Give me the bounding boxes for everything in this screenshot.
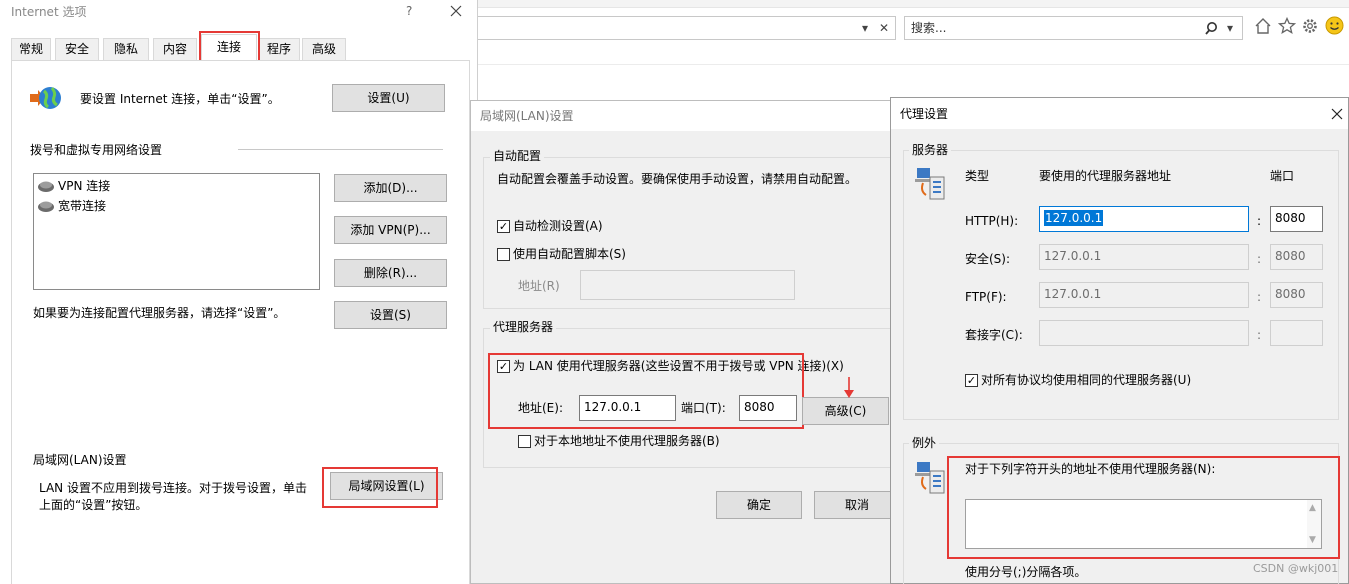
proxy-dialog-title: 代理设置 [900,107,949,121]
socks-address-input [1039,320,1249,346]
help-icon[interactable]: ? [406,3,412,19]
add-vpn-button[interactable]: 添加 VPN(P)... [334,216,447,244]
tab-privacy[interactable]: 隐私 [103,38,149,60]
network-icon [37,179,55,193]
separator-note: 使用分号(;)分隔各项。 [965,565,1087,579]
lan-dialog-title: 局域网(LAN)设置 [480,109,574,123]
same-proxy-checkbox[interactable]: ✓ [965,374,978,387]
socks-colon: : [1257,328,1262,342]
lan-text-line-2: 上面的“设置”按钮。 [39,498,148,512]
proxy-settings-dialog: 代理设置 服务器 类型 要使用的代理服务器地址 端口 HTTP(H): 127.… [890,97,1349,584]
tab-advanced[interactable]: 高级 [302,38,346,60]
network-icon [37,199,55,213]
secure-label: 安全(S): [965,252,1011,266]
search-input[interactable]: 搜索... [911,20,946,36]
proxy-dialog-titlebar: 代理设置 [891,98,1348,129]
ftp-colon: : [1257,290,1262,304]
browser-top-strip [470,0,1349,8]
ftp-address-input: 127.0.0.1 [1039,282,1249,308]
search-icon[interactable] [1205,21,1221,37]
lan-heading: 局域网(LAN)设置 [33,453,127,467]
auto-script-label: 使用自动配置脚本(S) [513,247,626,261]
tab-content[interactable]: 内容 [153,38,197,60]
dialog-title: Internet 选项 [11,5,87,19]
search-box[interactable]: 搜索... ▾ [904,16,1243,40]
bypass-local-checkbox[interactable] [518,435,531,448]
address-clear-icon[interactable]: ✕ [879,20,889,36]
http-colon: : [1257,214,1262,228]
auto-detect-label: 自动检测设置(A) [513,219,603,233]
dialup-divider [238,149,443,150]
secure-colon: : [1257,252,1262,266]
column-type-header: 类型 [965,169,990,183]
connection-settings-button[interactable]: 设置(S) [334,301,447,329]
ok-button[interactable]: 确定 [716,491,802,519]
computers-icon [914,167,946,201]
add-button[interactable]: 添加(D)... [334,174,447,202]
address-bar[interactable]: ▾ ✕ [470,16,896,40]
ftp-port-input: 8080 [1270,282,1323,308]
globe-icon [30,85,64,111]
script-address-input [580,270,795,300]
tab-programs[interactable]: 程序 [258,38,300,60]
dialup-heading: 拨号和虚拟专用网络设置 [30,143,163,157]
auto-detect-checkbox[interactable]: ✓ [497,220,510,233]
secure-address-input: 127.0.0.1 [1039,244,1249,270]
setup-button[interactable]: 设置(U) [332,84,445,112]
script-address-label: 地址(R) [518,279,560,293]
search-dropdown-icon[interactable]: ▾ [1227,20,1233,36]
tab-security[interactable]: 安全 [55,38,99,60]
bypass-local-label: 对于本地地址不使用代理服务器(B) [534,434,720,448]
tab-general[interactable]: 常规 [11,38,51,60]
arrow-down-annotation [844,377,854,399]
cancel-button[interactable]: 取消 [814,491,900,519]
http-label: HTTP(H): [965,214,1019,228]
internet-options-dialog: Internet 选项 ? 常规 安全 隐私 内容 连接 程序 高级 要设置 I… [0,0,478,584]
address-dropdown-icon[interactable]: ▾ [862,20,868,36]
proxy-server-title: 代理服务器 [490,319,557,335]
http-address-input[interactable]: 127.0.0.1 [1039,206,1249,232]
http-port-input[interactable]: 8080 [1270,206,1323,232]
servers-title: 服务器 [909,142,952,158]
socks-port-input [1270,320,1323,346]
auto-config-title: 自动配置 [490,148,545,164]
proxy-hint-text: 如果要为连接配置代理服务器，请选择“设置”。 [33,306,286,320]
highlight-lan-button [322,467,438,508]
home-icon[interactable] [1254,17,1272,35]
lan-dialog-titlebar: 局域网(LAN)设置 [471,101,891,131]
ftp-label: FTP(F): [965,290,1007,304]
exceptions-title: 例外 [909,435,940,451]
advanced-button[interactable]: 高级(C) [802,397,889,425]
setup-text: 要设置 Internet 连接，单击“设置”。 [80,92,280,106]
highlight-proxy-settings [488,353,804,429]
delete-button[interactable]: 删除(R)... [334,259,447,287]
connection-label: 宽带连接 [58,199,107,213]
column-address-header: 要使用的代理服务器地址 [1039,169,1172,183]
column-port-header: 端口 [1270,169,1295,183]
auto-script-checkbox[interactable] [497,248,510,261]
connections-list[interactable]: VPN 连接 宽带连接 [33,173,320,290]
close-icon[interactable] [1331,108,1343,120]
smiley-icon[interactable] [1325,16,1344,35]
lan-text-line-1: LAN 设置不应用到拨号连接。对于拨号设置，单击 [39,481,307,495]
highlight-exceptions [947,456,1340,559]
connection-label: VPN 连接 [58,179,111,193]
browser-divider [470,64,1349,65]
gear-icon[interactable] [1301,17,1319,35]
lan-settings-dialog: 局域网(LAN)设置 自动配置 自动配置会覆盖手动设置。要确保使用手动设置，请禁… [470,100,900,584]
secure-port-input: 8080 [1270,244,1323,270]
auto-config-text: 自动配置会覆盖手动设置。要确保使用手动设置，请禁用自动配置。 [497,172,858,186]
socks-label: 套接字(C): [965,328,1023,342]
close-icon[interactable] [450,5,462,17]
exceptions-icon [914,461,946,495]
star-icon[interactable] [1278,17,1296,35]
same-proxy-label: 对所有协议均使用相同的代理服务器(U) [981,373,1192,387]
watermark: CSDN @wkj001 [1253,562,1339,575]
